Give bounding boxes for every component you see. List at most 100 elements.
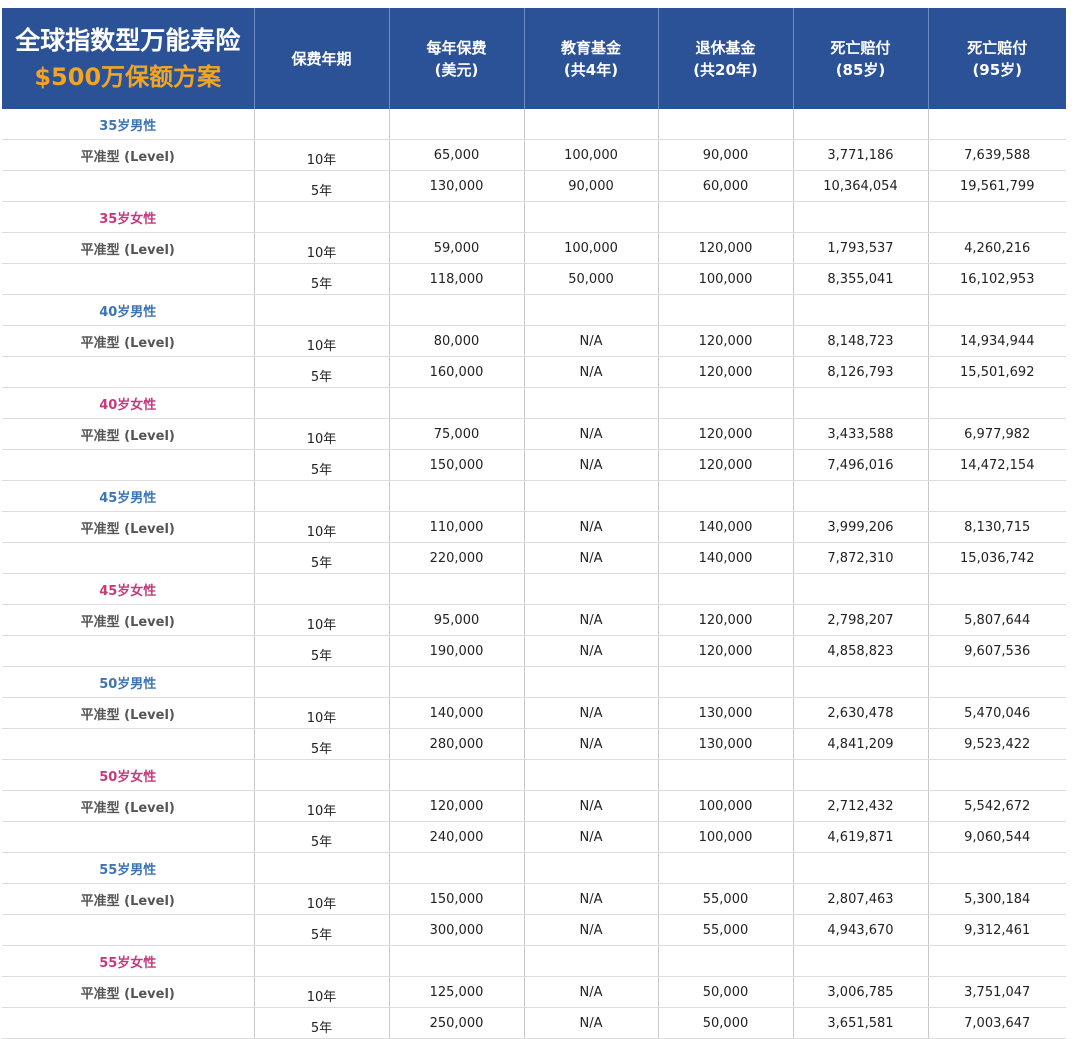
premium-cell: 80,000 xyxy=(388,325,524,357)
edu-cell: 50,000 xyxy=(523,263,658,295)
insurance-plan-table: 全球指数型万能寿险 $500万保额方案 保费年期 每年保费 (美元) 教育基金 … xyxy=(2,8,1066,1039)
empty-cell xyxy=(523,945,658,977)
empty-cell xyxy=(388,759,524,791)
retire-cell: 140,000 xyxy=(657,542,793,574)
empty-cell xyxy=(792,666,928,698)
group-row: 55岁男性 xyxy=(2,852,1066,884)
empty-cell xyxy=(523,294,658,326)
retire-cell: 60,000 xyxy=(657,170,793,202)
group-label: 45岁男性 xyxy=(2,480,254,512)
premium-cell: 110,000 xyxy=(388,511,524,543)
premium-cell: 150,000 xyxy=(388,883,524,915)
term-cell: 5年 xyxy=(253,263,389,295)
d95-cell: 5,807,644 xyxy=(927,604,1066,636)
table-header: 全球指数型万能寿险 $500万保额方案 保费年期 每年保费 (美元) 教育基金 … xyxy=(2,8,1066,109)
d85-cell: 4,841,209 xyxy=(792,728,928,760)
term-cell: 10年 xyxy=(253,883,389,915)
d85-cell: 2,798,207 xyxy=(792,604,928,636)
group-label: 35岁女性 xyxy=(2,201,254,233)
d85-cell: 2,807,463 xyxy=(792,883,928,915)
header-row: 全球指数型万能寿险 $500万保额方案 保费年期 每年保费 (美元) 教育基金 … xyxy=(2,8,1066,109)
premium-cell: 65,000 xyxy=(388,139,524,171)
plan-type-cell xyxy=(2,170,254,202)
empty-cell xyxy=(927,109,1066,140)
d85-cell: 2,630,478 xyxy=(792,697,928,729)
empty-cell xyxy=(657,852,793,884)
d85-cell: 7,872,310 xyxy=(792,542,928,574)
column-header-death-benefit-95: 死亡赔付 (95岁) xyxy=(928,8,1066,109)
empty-cell xyxy=(792,387,928,419)
premium-cell: 118,000 xyxy=(388,263,524,295)
empty-cell xyxy=(388,387,524,419)
empty-cell xyxy=(388,480,524,512)
empty-cell xyxy=(927,573,1066,605)
term-cell: 10年 xyxy=(253,232,389,264)
empty-cell xyxy=(927,945,1066,977)
d95-cell: 3,751,047 xyxy=(927,976,1066,1008)
empty-cell xyxy=(657,666,793,698)
empty-cell xyxy=(523,109,658,140)
plan-type-cell: 平准型 (Level) xyxy=(2,604,254,636)
d95-cell: 15,501,692 xyxy=(927,356,1066,388)
d95-cell: 9,060,544 xyxy=(927,821,1066,853)
empty-cell xyxy=(523,480,658,512)
table-row: 5年 118,000 50,000 100,000 8,355,041 16,102,95… xyxy=(2,263,1066,295)
empty-cell xyxy=(927,759,1066,791)
plan-type-cell xyxy=(2,728,254,760)
term-value: 10年 xyxy=(306,431,337,447)
premium-cell: 95,000 xyxy=(388,604,524,636)
table-row: 5年 300,000 N/A 55,000 4,943,670 9,312,461 xyxy=(2,914,1066,946)
empty-cell xyxy=(792,573,928,605)
premium-cell: 150,000 xyxy=(388,449,524,481)
table-row: 5年 160,000 N/A 120,000 8,126,793 15,501,692 xyxy=(2,356,1066,388)
table-row: 5年 250,000 N/A 50,000 3,651,581 7,003,647 xyxy=(2,1007,1066,1039)
term-value: 5年 xyxy=(310,462,333,478)
d95-cell: 7,639,588 xyxy=(927,139,1066,171)
d85-cell: 10,364,054 xyxy=(792,170,928,202)
term-cell: 5年 xyxy=(253,914,389,946)
plan-type-cell xyxy=(2,542,254,574)
d85-cell: 1,793,537 xyxy=(792,232,928,264)
group-label: 40岁男性 xyxy=(2,294,254,326)
term-cell: 10年 xyxy=(253,511,389,543)
d85-cell: 2,712,432 xyxy=(792,790,928,822)
empty-cell xyxy=(253,201,389,233)
d85-cell: 7,496,016 xyxy=(792,449,928,481)
empty-cell xyxy=(253,759,389,791)
table-row: 5年 240,000 N/A 100,000 4,619,871 9,060,544 xyxy=(2,821,1066,853)
column-header-line2: (共4年) xyxy=(563,60,619,79)
column-header-education-fund: 教育基金 (共4年) xyxy=(524,8,659,109)
retire-cell: 120,000 xyxy=(657,604,793,636)
edu-cell: N/A xyxy=(523,604,658,636)
empty-cell xyxy=(792,480,928,512)
retire-cell: 50,000 xyxy=(657,1007,793,1039)
plan-type-cell xyxy=(2,821,254,853)
retire-cell: 55,000 xyxy=(657,883,793,915)
retire-cell: 140,000 xyxy=(657,511,793,543)
term-value: 10年 xyxy=(306,803,337,819)
d85-cell: 3,771,186 xyxy=(792,139,928,171)
table-row: 平准型 (Level) 10年 75,000 N/A 120,000 3,433,588 6… xyxy=(2,418,1066,450)
edu-cell: N/A xyxy=(523,449,658,481)
premium-cell: 75,000 xyxy=(388,418,524,450)
term-cell: 5年 xyxy=(253,821,389,853)
retire-cell: 55,000 xyxy=(657,914,793,946)
d85-cell: 8,148,723 xyxy=(792,325,928,357)
term-value: 10年 xyxy=(306,989,337,1005)
empty-cell xyxy=(253,945,389,977)
term-value: 5年 xyxy=(310,555,333,571)
d95-cell: 5,470,046 xyxy=(927,697,1066,729)
group-row: 50岁男性 xyxy=(2,666,1066,698)
column-header-line2: (美元) xyxy=(434,60,479,79)
empty-cell xyxy=(657,109,793,140)
premium-cell: 120,000 xyxy=(388,790,524,822)
term-value: 10年 xyxy=(306,524,337,540)
table-row: 平准型 (Level) 10年 140,000 N/A 130,000 2,630,478… xyxy=(2,697,1066,729)
empty-cell xyxy=(657,573,793,605)
empty-cell xyxy=(523,201,658,233)
group-label: 50岁男性 xyxy=(2,666,254,698)
term-cell: 10年 xyxy=(253,139,389,171)
term-value: 5年 xyxy=(310,369,333,385)
retire-cell: 100,000 xyxy=(657,790,793,822)
empty-cell xyxy=(792,109,928,140)
